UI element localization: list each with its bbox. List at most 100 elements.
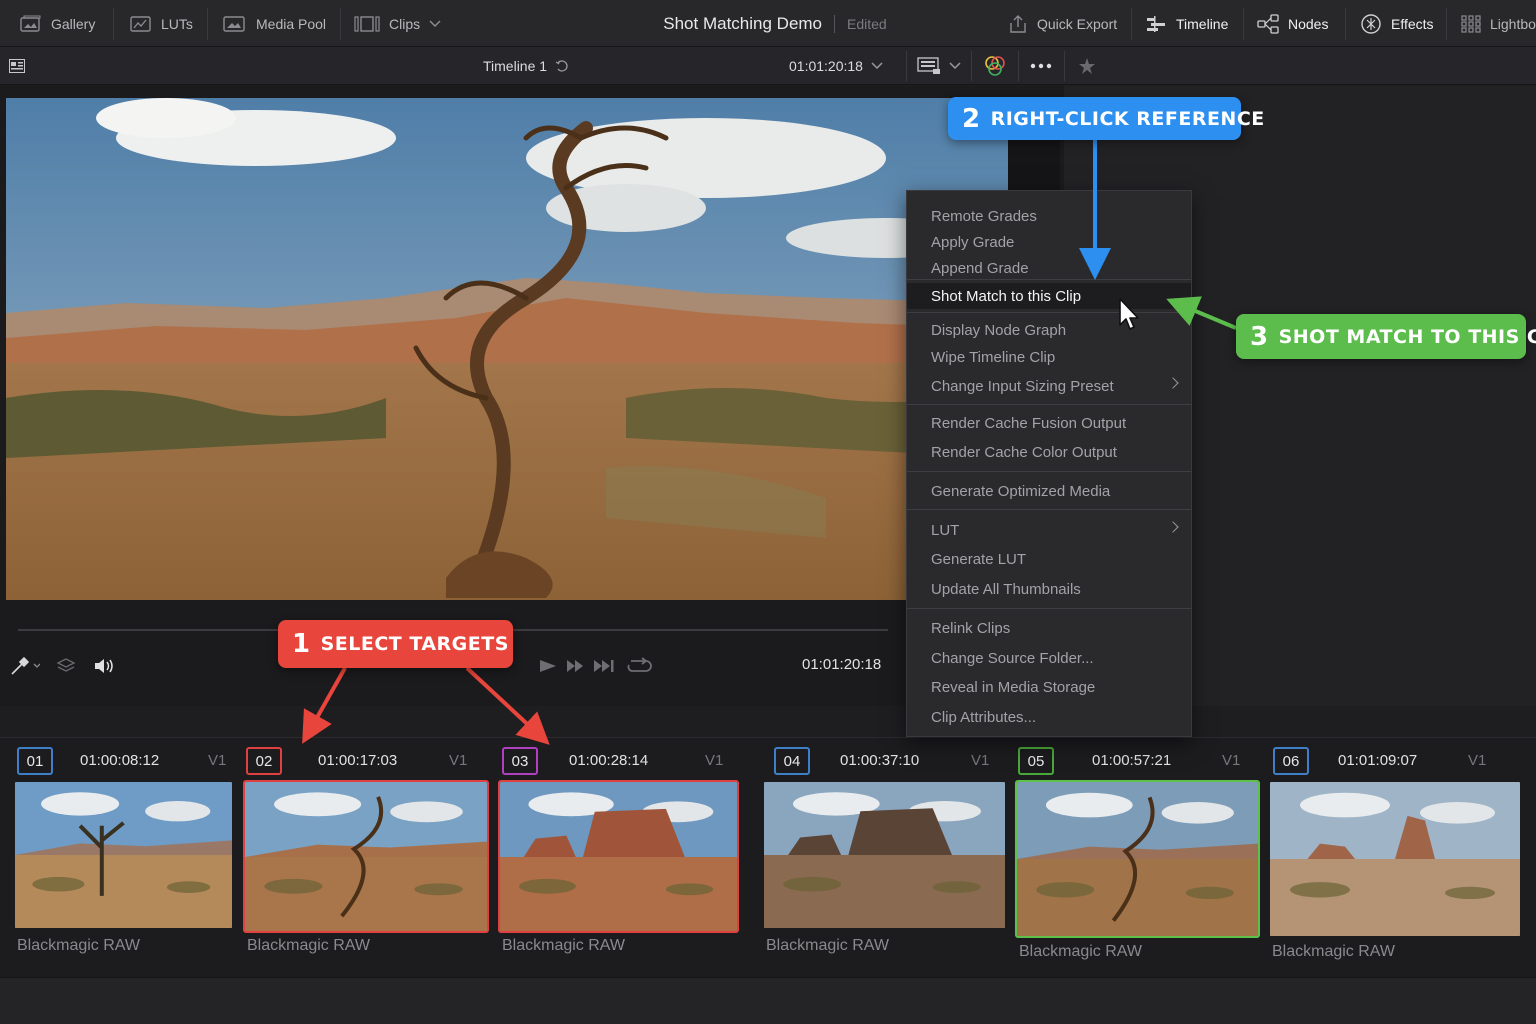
callout-select-targets: 1 SELECT TARGETS: [278, 620, 513, 668]
menu-item-clip-attributes[interactable]: Clip Attributes...: [907, 704, 1191, 730]
play-button[interactable]: [538, 652, 558, 680]
callout-3-number: 3: [1250, 321, 1269, 352]
clip-codec-label: Blackmagic RAW: [247, 937, 370, 954]
menu-separator: [907, 509, 1191, 510]
highlight-button[interactable]: [1077, 47, 1097, 85]
menu-item-label: Render Cache Fusion Output: [931, 414, 1127, 432]
clip-strip: 01 01:00:08:12 V1 Blackmagic RAW 02 01:00:17:…: [0, 737, 1536, 977]
monitor-icon: [917, 57, 940, 74]
callout-3-text: SHOT MATCH TO THIS CLIP: [1278, 325, 1536, 348]
refresh-icon: [555, 60, 568, 72]
menu-item-label: Apply Grade: [931, 233, 1015, 251]
menu-item-append-grade[interactable]: Append Grade: [907, 255, 1191, 281]
project-title: Shot Matching Demo: [663, 13, 823, 33]
gallery-button[interactable]: Gallery: [20, 0, 95, 47]
effects-button[interactable]: Effects: [1360, 0, 1434, 47]
clip-thumbnail[interactable]: [13, 780, 234, 930]
menu-separator: [907, 471, 1191, 472]
color-wheel-icon: [985, 56, 1005, 76]
clip-timecode: 01:01:09:07: [1338, 752, 1418, 769]
menu-item-relink-clips[interactable]: Relink Clips: [907, 615, 1191, 641]
menu-item-label: Append Grade: [931, 259, 1029, 277]
media-pool-label: Media Pool: [256, 15, 327, 32]
menu-separator: [907, 404, 1191, 405]
nodes-button[interactable]: Nodes: [1257, 0, 1328, 47]
timeline-selector[interactable]: Timeline 1: [483, 47, 569, 85]
menu-item-label: Reveal in Media Storage: [931, 678, 1096, 696]
clip-thumbnail[interactable]: [762, 780, 1007, 930]
context-menu: Remote Grades Apply Grade Append Grade Shot…: [906, 190, 1192, 737]
timeline-name: Timeline 1: [483, 58, 548, 74]
callout-2-number: 2: [962, 103, 981, 134]
clip-header: 06 01:01:09:07 V1: [0, 747, 1536, 775]
menu-item-label: Display Node Graph: [931, 321, 1067, 339]
quick-export-button[interactable]: Quick Export: [1008, 0, 1117, 47]
loop-button[interactable]: [626, 652, 652, 680]
menu-item-render-cache-color-output[interactable]: Render Cache Color Output: [907, 439, 1191, 465]
lightbox-button[interactable]: Lightbo: [1461, 0, 1536, 47]
menu-item-change-input-sizing-preset[interactable]: Change Input Sizing Preset: [907, 373, 1191, 399]
clip-codec-label: Blackmagic RAW: [502, 937, 625, 954]
menu-item-render-cache-fusion-output[interactable]: Render Cache Fusion Output: [907, 410, 1191, 436]
effects-icon: [1361, 13, 1381, 34]
timeline-button[interactable]: Timeline: [1145, 0, 1228, 47]
nodes-icon: [1257, 13, 1279, 34]
picker-button[interactable]: [10, 652, 40, 680]
fast-forward-button[interactable]: [566, 652, 584, 680]
menu-item-remote-grades[interactable]: Remote Grades: [907, 203, 1191, 229]
more-options-button[interactable]: [1030, 47, 1052, 85]
menu-item-generate-lut[interactable]: Generate LUT: [907, 546, 1191, 572]
clip-thumbnail[interactable]: [243, 780, 489, 933]
menu-item-label: Wipe Timeline Clip: [931, 348, 1056, 366]
export-icon: [1010, 14, 1026, 33]
volume-button[interactable]: [93, 652, 117, 680]
clip-thumbnail[interactable]: [1015, 780, 1260, 938]
menu-item-reveal-in-media-storage[interactable]: Reveal in Media Storage: [907, 674, 1191, 700]
layers-button[interactable]: [56, 652, 76, 680]
display-mode-button[interactable]: [917, 47, 961, 85]
menu-item-wipe-timeline-clip[interactable]: Wipe Timeline Clip: [907, 344, 1191, 370]
color-wheel-button[interactable]: [984, 47, 1006, 85]
timecode-selector[interactable]: 01:01:20:18: [789, 47, 883, 85]
play-icon: [540, 660, 556, 672]
clip-thumbnail[interactable]: [498, 780, 739, 933]
chevron-right-icon: [1167, 377, 1179, 389]
callout-2-text: RIGHT-CLICK REFERENCE: [990, 107, 1265, 130]
viewer-layout-button[interactable]: [9, 47, 25, 85]
clip-thumbnail[interactable]: [1268, 780, 1522, 938]
eyedropper-icon: [11, 656, 40, 675]
menu-item-label: Render Cache Color Output: [931, 443, 1117, 461]
quick-export-label: Quick Export: [1037, 15, 1118, 32]
bottom-bar: [0, 977, 1536, 1024]
clips-button[interactable]: Clips: [354, 0, 441, 47]
layers-icon: [56, 658, 76, 672]
luts-button[interactable]: LUTs: [130, 0, 193, 47]
menu-item-change-source-folder[interactable]: Change Source Folder...: [907, 645, 1191, 671]
menu-item-update-all-thumbnails[interactable]: Update All Thumbnails: [907, 576, 1191, 602]
viewer-image[interactable]: [6, 98, 1008, 600]
media-pool-icon: [223, 15, 245, 32]
nodes-label: Nodes: [1288, 15, 1329, 32]
menu-item-label: Generate LUT: [931, 550, 1027, 568]
media-pool-button[interactable]: Media Pool: [223, 0, 326, 47]
menu-item-generate-optimized-media[interactable]: Generate Optimized Media: [907, 478, 1191, 504]
menu-item-shot-match-to-clip[interactable]: Shot Match to this Clip: [907, 283, 1191, 309]
callout-1-text: SELECT TARGETS: [320, 633, 509, 655]
menu-item-lut[interactable]: LUT: [907, 517, 1191, 543]
menu-item-label: Remote Grades: [931, 207, 1037, 225]
viewer-toolbar: Timeline 1 01:01:20:18: [0, 47, 1536, 85]
clip-number-badge[interactable]: 06: [1273, 747, 1309, 775]
menu-item-label: Shot Match to this Clip: [931, 287, 1082, 305]
chevron-down-icon: [871, 62, 883, 70]
menu-item-label: Update All Thumbnails: [931, 580, 1081, 598]
layout-icon: [9, 59, 25, 73]
callout-1-number: 1: [292, 629, 311, 659]
chevron-right-icon: [1167, 521, 1179, 533]
menu-item-display-node-graph[interactable]: Display Node Graph: [907, 317, 1191, 343]
callout-right-click-reference: 2 RIGHT-CLICK REFERENCE: [948, 97, 1264, 140]
chevron-down-icon: [429, 19, 441, 27]
menu-item-label: Generate Optimized Media: [931, 482, 1111, 500]
menu-item-label: Clip Attributes...: [931, 708, 1037, 726]
skip-end-button[interactable]: [593, 652, 615, 680]
menu-item-apply-grade[interactable]: Apply Grade: [907, 229, 1191, 255]
